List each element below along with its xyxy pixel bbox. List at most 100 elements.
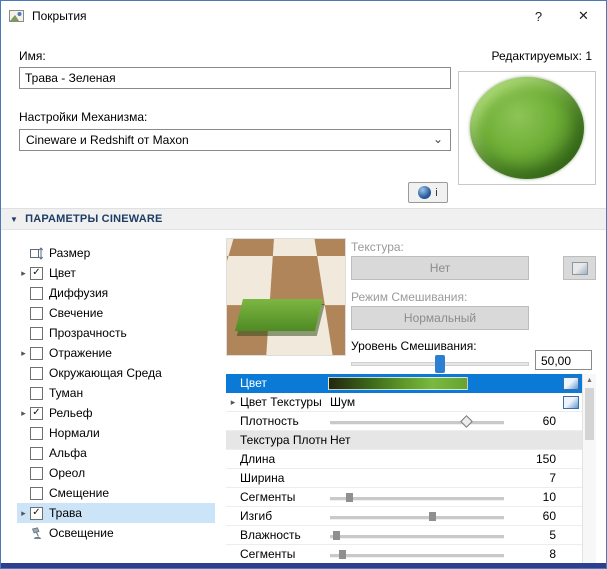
prop-label: Сегменты [240, 490, 328, 504]
slider-handle[interactable] [435, 355, 445, 373]
scrollbar-thumb[interactable] [585, 388, 594, 440]
tree-item-diffusion[interactable]: ✓ Диффузия [17, 283, 215, 303]
checkbox-transparency[interactable]: ✓ [30, 327, 43, 340]
cineware-info-button[interactable]: i [408, 182, 448, 203]
slider-handle[interactable] [346, 493, 353, 502]
prop-row-wetness[interactable]: Влажность 5 [226, 526, 582, 545]
prop-row-segments-2[interactable]: Сегменты 8 [226, 545, 582, 564]
checkbox-grass[interactable]: ✓ [30, 507, 43, 520]
prop-text-value[interactable]: Шум [330, 393, 355, 412]
checkbox-reflection[interactable]: ✓ [30, 347, 43, 360]
tree-item-label: Смещение [49, 486, 109, 500]
checkbox-environment[interactable]: ✓ [30, 367, 43, 380]
texture-label: Текстура: [351, 240, 404, 254]
expand-icon[interactable]: ▸ [17, 348, 30, 359]
prop-value[interactable]: 10 [512, 490, 560, 504]
prop-label: Текстура Плотн... [240, 433, 328, 447]
tree-item-fog[interactable]: ✓ Туман [17, 383, 215, 403]
tree-item-environment[interactable]: ✓ Окружающая Среда [17, 363, 215, 383]
prop-value[interactable]: 60 [512, 414, 560, 428]
expand-icon[interactable]: ▸ [17, 408, 30, 419]
slider-track [330, 421, 504, 425]
tree-item-color[interactable]: ▸ ✓ Цвет [17, 263, 215, 283]
blend-level-slider[interactable] [351, 354, 529, 374]
texture-icon[interactable] [563, 396, 579, 409]
surface-app-icon [9, 9, 24, 23]
tree-item-alpha[interactable]: ✓ Альфа [17, 443, 215, 463]
prop-row-segments-1[interactable]: Сегменты 10 [226, 488, 582, 507]
checkbox-normal[interactable]: ✓ [30, 427, 43, 440]
texture-button[interactable]: Нет [351, 256, 529, 280]
prop-label: Цвет [240, 376, 328, 390]
tree-item-glow[interactable]: ✓ Ореол [17, 463, 215, 483]
dialog-bottom-bar [1, 563, 606, 568]
expand-icon[interactable]: ▸ [17, 508, 30, 519]
help-button[interactable]: ? [516, 1, 561, 31]
prop-value[interactable]: 5 [512, 528, 560, 542]
slider-track [330, 516, 504, 520]
surface-name-input[interactable] [19, 67, 451, 89]
checkbox-alpha[interactable]: ✓ [30, 447, 43, 460]
blend-mode-label: Режим Смешивания: [351, 290, 467, 304]
size-icon [30, 247, 43, 260]
cinema4d-icon [418, 186, 431, 199]
prop-value[interactable]: 60 [512, 509, 560, 523]
prop-value[interactable]: 150 [512, 452, 560, 466]
prop-row-width[interactable]: Ширина 7 [226, 469, 582, 488]
checkbox-glow[interactable]: ✓ [30, 467, 43, 480]
slider-handle[interactable] [429, 512, 436, 521]
color-gradient-swatch[interactable] [328, 377, 468, 390]
tree-item-grass[interactable]: ▸ ✓ Трава [17, 503, 215, 523]
prop-value[interactable]: 8 [512, 547, 560, 561]
tree-item-normal[interactable]: ✓ Нормали [17, 423, 215, 443]
prop-label: Длина [240, 452, 328, 466]
tree-item-label: Размер [49, 246, 90, 260]
tree-item-reflection[interactable]: ▸ ✓ Отражение [17, 343, 215, 363]
checkbox-displacement[interactable]: ✓ [30, 487, 43, 500]
prop-row-density[interactable]: Плотность 60 [226, 412, 582, 431]
checkbox-fog[interactable]: ✓ [30, 387, 43, 400]
texture-panel: Текстура: Нет Режим Смешивания: Нормальн… [351, 238, 596, 373]
cineware-section-header[interactable]: ▼ ПАРАМЕТРЫ CINEWARE [1, 208, 606, 230]
prop-row-bend[interactable]: Изгиб 60 [226, 507, 582, 526]
prop-row-density-texture[interactable]: Текстура Плотн... Нет [226, 431, 582, 450]
prop-row-color-texture[interactable]: ▸ Цвет Текстуры Шум [226, 393, 582, 412]
tree-item-label: Трава [49, 506, 82, 520]
tree-item-luminance[interactable]: ✓ Свечение [17, 303, 215, 323]
expand-icon[interactable]: ▸ [226, 397, 240, 408]
tree-item-transparency[interactable]: ✓ Прозрачность [17, 323, 215, 343]
checkbox-color[interactable]: ✓ [30, 267, 43, 280]
blend-mode-button[interactable]: Нормальный [351, 306, 529, 330]
tree-item-size[interactable]: Размер [17, 243, 215, 263]
tree-item-bump[interactable]: ▸ ✓ Рельеф [17, 403, 215, 423]
texture-picker-button[interactable] [563, 256, 596, 280]
grass-render-preview [226, 238, 346, 356]
prop-value[interactable]: 7 [512, 471, 560, 485]
tree-item-label: Рельеф [49, 406, 93, 420]
chevron-down-icon: ⌄ [433, 132, 443, 146]
close-button[interactable]: ✕ [561, 1, 606, 31]
prop-row-color[interactable]: Цвет [226, 374, 582, 393]
prop-label: Плотность [240, 414, 328, 428]
tree-item-label: Окружающая Среда [49, 366, 162, 380]
expand-icon[interactable]: ▸ [17, 268, 30, 279]
texture-icon[interactable] [563, 377, 579, 390]
scroll-up-icon[interactable]: ▲ [583, 374, 596, 387]
slider-handle[interactable] [339, 550, 346, 559]
slider-track [330, 497, 504, 501]
prop-label: Влажность [240, 528, 328, 542]
prop-row-length[interactable]: Длина 150 [226, 450, 582, 469]
slider-handle[interactable] [460, 415, 473, 428]
blend-level-value[interactable]: 50,00 [535, 350, 592, 370]
checkbox-diffusion[interactable]: ✓ [30, 287, 43, 300]
engine-dropdown[interactable]: Cineware и Redshift от Maxon ⌄ [19, 129, 451, 151]
checkbox-bump[interactable]: ✓ [30, 407, 43, 420]
prop-text-value[interactable]: Нет [330, 431, 350, 450]
tree-item-label: Ореол [49, 466, 85, 480]
tree-item-displacement[interactable]: ✓ Смещение [17, 483, 215, 503]
properties-scrollbar[interactable]: ▲ [582, 374, 596, 563]
section-title: ПАРАМЕТРЫ CINEWARE [25, 213, 162, 225]
checkbox-luminance[interactable]: ✓ [30, 307, 43, 320]
slider-handle[interactable] [333, 531, 340, 540]
tree-item-illumination[interactable]: Освещение [17, 523, 215, 543]
